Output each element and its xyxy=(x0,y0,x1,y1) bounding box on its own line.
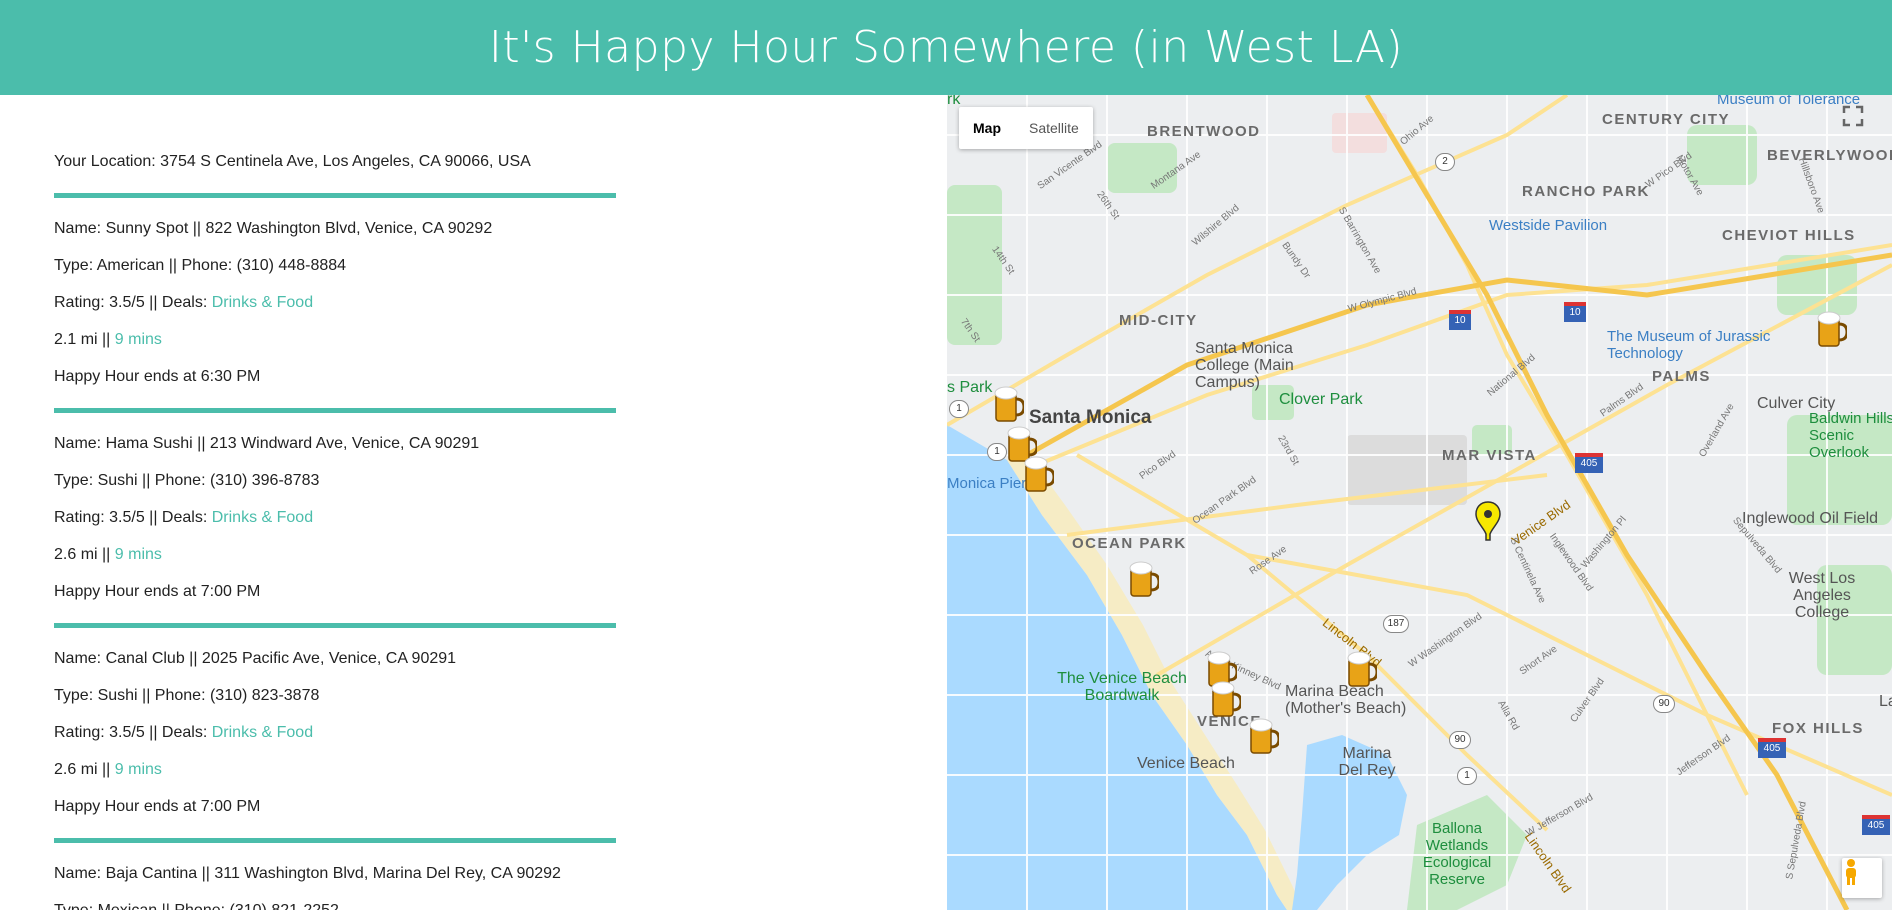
divider xyxy=(54,408,616,413)
beer-marker-icon[interactable] xyxy=(992,385,1024,425)
map-label: RANCHO PARK xyxy=(1522,183,1650,200)
route-shield: 1 xyxy=(987,443,1007,461)
map-canvas[interactable] xyxy=(947,95,1892,910)
map-label: Marina Del Rey xyxy=(1338,745,1396,779)
directions-link[interactable]: 9 mins xyxy=(115,546,162,563)
map-label: The Venice Beach Boardwalk xyxy=(1057,670,1187,704)
interstate-shield: 405 xyxy=(1758,738,1786,758)
distance-text: 2.6 mi || xyxy=(54,761,115,778)
route-shield: 1 xyxy=(949,400,969,418)
place-name: Name: Hama Sushi || 213 Windward Ave, Ve… xyxy=(54,435,480,452)
place-ends: Happy Hour ends at 7:00 PM xyxy=(54,583,261,600)
map-label: CHEVIOT HILLS xyxy=(1722,227,1856,244)
map-label: FOX HILLS xyxy=(1772,720,1864,737)
deals-link[interactable]: Drinks & Food xyxy=(212,294,313,311)
page-header: It's Happy Hour Somewhere (in West LA) xyxy=(0,0,1892,95)
beer-marker-icon[interactable] xyxy=(1209,680,1241,720)
place-distance: 2.6 mi || 9 mins xyxy=(54,546,162,564)
map-label: La xyxy=(1879,693,1892,710)
beer-marker-icon[interactable] xyxy=(1247,717,1279,757)
map-label: PALMS xyxy=(1652,368,1711,385)
map-label: Museum of Tolerance xyxy=(1717,95,1861,108)
route-shield: 90 xyxy=(1653,695,1675,713)
divider xyxy=(54,838,616,843)
interstate-shield: 405 xyxy=(1862,815,1890,835)
map-label: Westside Pavilion xyxy=(1489,217,1608,234)
place-type: Type: Sushi || Phone: (310) 396-8783 xyxy=(54,472,320,489)
interstate-shield: 10 xyxy=(1449,310,1471,330)
directions-link[interactable]: 9 mins xyxy=(115,331,162,348)
directions-link[interactable]: 9 mins xyxy=(115,761,162,778)
map-label: BRENTWOOD xyxy=(1147,123,1261,140)
rating-text: Rating: 3.5/5 || Deals: xyxy=(54,294,212,311)
place-ends: Happy Hour ends at 7:00 PM xyxy=(54,798,261,815)
map-type-toggle[interactable]: Map Satellite xyxy=(959,107,1093,149)
divider xyxy=(54,193,616,198)
beer-marker-icon[interactable] xyxy=(1127,560,1159,600)
place-type: Type: Sushi || Phone: (310) 823-3878 xyxy=(54,687,320,704)
fullscreen-icon[interactable] xyxy=(1842,105,1882,145)
map-label: MID-CITY xyxy=(1119,312,1198,329)
map-label: CENTURY CITY xyxy=(1602,111,1731,128)
route-shield: 90 xyxy=(1449,731,1471,749)
place-ends: Happy Hour ends at 6:30 PM xyxy=(54,368,261,385)
beer-marker-icon[interactable] xyxy=(1815,310,1847,350)
map-label: Baldwin Hills Scenic Overlook xyxy=(1809,410,1892,461)
location-pin-icon[interactable] xyxy=(1474,500,1502,542)
route-shield: 2 xyxy=(1435,153,1455,171)
divider xyxy=(54,623,616,628)
interstate-shield: 10 xyxy=(1564,302,1586,322)
beer-marker-icon[interactable] xyxy=(1345,650,1377,690)
distance-text: 2.6 mi || xyxy=(54,546,115,563)
user-location: Your Location: 3754 S Centinela Ave, Los… xyxy=(54,153,531,170)
interstate-shield: 405 xyxy=(1575,453,1603,473)
satellite-button[interactable]: Satellite xyxy=(1015,107,1093,149)
map-button[interactable]: Map xyxy=(959,107,1015,149)
map-label: Ballona Wetlands Ecological Reserve xyxy=(1422,820,1492,888)
distance-text: 2.1 mi || xyxy=(54,331,115,348)
deals-link[interactable]: Drinks & Food xyxy=(212,509,313,526)
page-title: It's Happy Hour Somewhere (in West LA) xyxy=(488,22,1404,73)
route-shield: 1 xyxy=(1457,767,1477,785)
map-label: BEVERLYWOOD xyxy=(1767,147,1892,164)
rating-text: Rating: 3.5/5 || Deals: xyxy=(54,724,212,741)
place-name: Name: Sunny Spot || 822 Washington Blvd,… xyxy=(54,220,493,237)
map-label: OCEAN PARK xyxy=(1072,535,1187,552)
route-shield: 187 xyxy=(1383,615,1409,633)
map-label: The Museum of Jurassic Technology xyxy=(1607,328,1771,362)
map[interactable]: BRENTWOOD CENTURY CITY BEVERLYWOOD RANCH… xyxy=(947,95,1892,910)
beer-marker-icon[interactable] xyxy=(1022,455,1054,495)
place-rating: Rating: 3.5/5 || Deals: Drinks & Food xyxy=(54,509,313,527)
map-label: Inglewood Oil Field xyxy=(1742,510,1879,527)
map-label: Venice Beach xyxy=(1137,755,1235,772)
place-name: Name: Canal Club || 2025 Pacific Ave, Ve… xyxy=(54,650,457,667)
map-label: s Park xyxy=(947,379,993,396)
map-label: Santa Monica College (Main Campus) xyxy=(1195,340,1294,391)
map-label: MAR VISTA xyxy=(1442,447,1537,464)
rating-text: Rating: 3.5/5 || Deals: xyxy=(54,509,212,526)
place-name: Name: Baja Cantina || 311 Washington Blv… xyxy=(54,865,561,882)
pegman-icon[interactable] xyxy=(1842,858,1882,898)
place-type: Type: American || Phone: (310) 448-8884 xyxy=(54,257,347,274)
place-distance: 2.1 mi || 9 mins xyxy=(54,331,162,349)
place-type: Type: Mexican || Phone: (310) 821-2252 xyxy=(54,902,339,910)
place-rating: Rating: 3.5/5 || Deals: Drinks & Food xyxy=(54,724,313,742)
map-label: West Los Angeles College xyxy=(1788,570,1856,621)
place-rating: Rating: 3.5/5 || Deals: Drinks & Food xyxy=(54,294,313,312)
deals-link[interactable]: Drinks & Food xyxy=(212,724,313,741)
place-distance: 2.6 mi || 9 mins xyxy=(54,761,162,779)
map-label: Clover Park xyxy=(1279,391,1363,408)
results-panel[interactable]: Your Location: 3754 S Centinela Ave, Los… xyxy=(0,95,947,910)
map-label: Monica Pier xyxy=(947,475,1027,492)
map-label: Santa Monica xyxy=(1029,407,1152,428)
